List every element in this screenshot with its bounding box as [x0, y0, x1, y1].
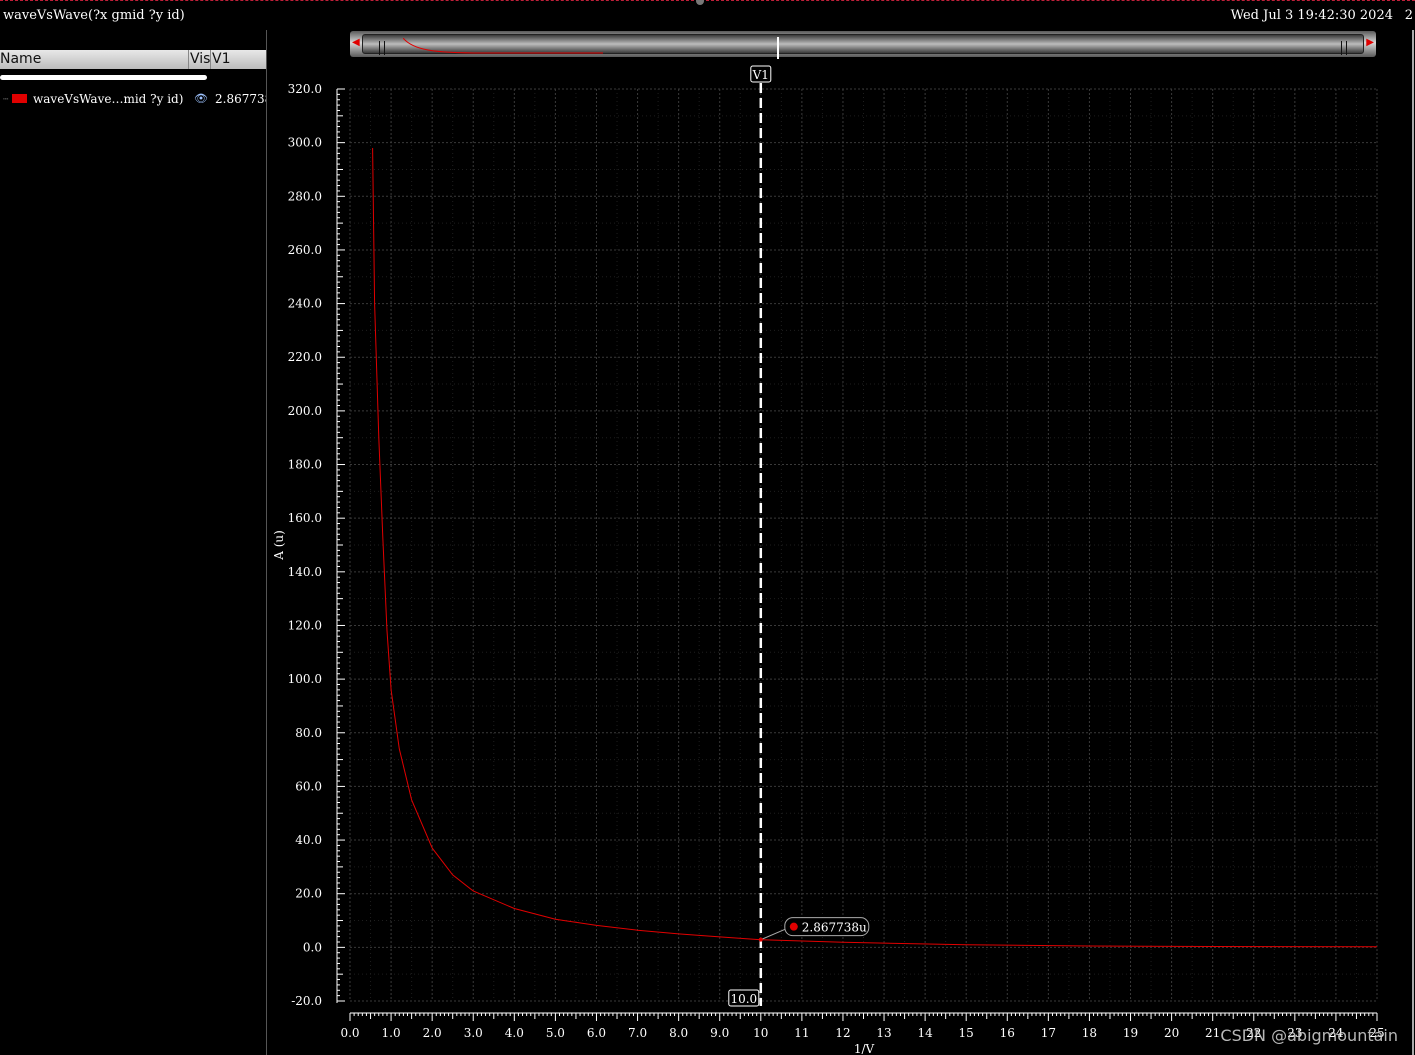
x-tick-label: 8.0: [669, 1026, 688, 1040]
y-tick-label: 180.0: [288, 458, 322, 472]
x-tick-label: 1.0: [382, 1026, 401, 1040]
y-tick-label: 240.0: [288, 297, 322, 311]
x-tick-label: 21: [1205, 1026, 1220, 1040]
readout-value: 2.867738u: [802, 921, 867, 935]
y-axis-ticks: 320.0 300.0 280.0 260.0 240.0 220.0 200.0 180.0…: [288, 82, 345, 1008]
v1-marker[interactable]: V1 10.0 2.867738u: [728, 65, 870, 1007]
y-tick-label: 320.0: [288, 82, 322, 96]
readout-dot-icon: [789, 922, 798, 931]
y-tick-label: 80.0: [295, 726, 322, 740]
y-tick-label: -20.0: [291, 994, 322, 1008]
axes: [336, 89, 1377, 1014]
y-tick-label: 280.0: [288, 189, 322, 203]
v1-marker-label: V1: [752, 68, 769, 82]
y-axis-title: A (u): [272, 530, 286, 561]
x-tick-label: 2.0: [423, 1026, 442, 1040]
x-tick-label: 3.0: [464, 1026, 483, 1040]
y-tick-label: 220.0: [288, 350, 322, 364]
x-tick-label: 9.0: [710, 1026, 729, 1040]
x-axis-title: 1/V: [854, 1042, 875, 1055]
x-tick-label: 0.0: [340, 1026, 359, 1040]
x-tick-label: 20: [1164, 1026, 1179, 1040]
x-tick-label: 15: [959, 1026, 974, 1040]
x-tick-label: 5.0: [546, 1026, 565, 1040]
x-tick-label: 12: [835, 1026, 850, 1040]
x-tick-label: 14: [917, 1026, 933, 1040]
watermark: CSDN @abigmountain: [1220, 1026, 1398, 1045]
x-tick-label: 13: [876, 1026, 891, 1040]
x-tick-label: 4.0: [505, 1026, 524, 1040]
x-tick-label: 6.0: [587, 1026, 606, 1040]
y-tick-label: 260.0: [288, 243, 322, 257]
x-tick-label: 11: [794, 1026, 809, 1040]
v1-x-readout: 10.0: [730, 992, 757, 1006]
x-tick-label: 7.0: [628, 1026, 647, 1040]
x-tick-label: 10: [753, 1026, 768, 1040]
trace-line[interactable]: [372, 147, 1378, 948]
y-tick-label: 160.0: [288, 511, 322, 525]
grid-lines: [349, 88, 1378, 1002]
x-tick-label: 19: [1123, 1026, 1138, 1040]
x-tick-label: 16: [1000, 1026, 1015, 1040]
x-tick-label: 17: [1041, 1026, 1056, 1040]
y-tick-label: 300.0: [288, 136, 322, 150]
y-tick-label: 0.0: [303, 940, 322, 954]
y-tick-label: 20.0: [295, 887, 322, 901]
marker-intersection-point: [758, 937, 763, 942]
x-tick-label: 18: [1082, 1026, 1097, 1040]
waveform-plot[interactable]: 320.0300.0280.0260.0240.0220.0200.0180.0…: [0, 0, 1415, 1055]
y-tick-label: 200.0: [288, 404, 322, 418]
y-tick-label: 60.0: [295, 779, 322, 793]
y-tick-label: 100.0: [288, 672, 322, 686]
y-tick-label: 140.0: [288, 565, 322, 579]
y-tick-label: 40.0: [295, 833, 322, 847]
y-tick-label: 120.0: [288, 618, 322, 632]
